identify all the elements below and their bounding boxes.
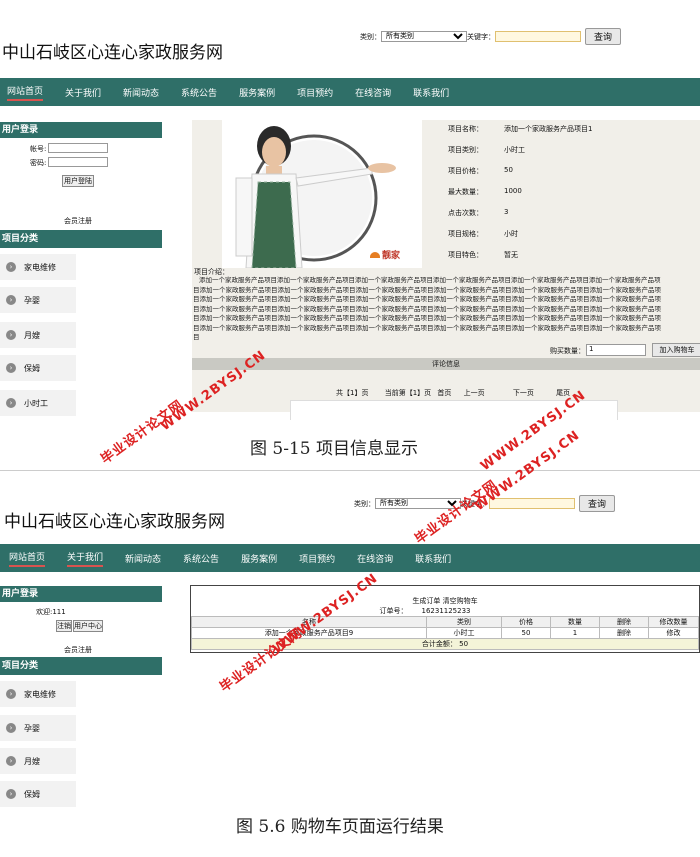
keyword-input[interactable] bbox=[489, 498, 575, 509]
modify-qty-link[interactable]: 修改 bbox=[648, 627, 699, 639]
arrow-right-icon: › bbox=[6, 789, 16, 799]
nav-about[interactable]: 关于我们 bbox=[67, 550, 104, 567]
category-select[interactable]: 所有类别 bbox=[381, 31, 467, 42]
nav-consult[interactable]: 在线咨询 bbox=[355, 86, 391, 99]
nav-contact[interactable]: 联系我们 bbox=[413, 86, 449, 99]
login-section-title: 用户登录 bbox=[0, 122, 162, 138]
pagination: 共【1】页 当前第【1】页 首页 上一页 下一页 尾页 bbox=[336, 389, 571, 397]
arrow-right-icon: › bbox=[6, 363, 16, 373]
category-label: 类别： bbox=[360, 32, 381, 41]
nav-booking[interactable]: 项目预约 bbox=[297, 86, 333, 99]
account-label: 帐号: bbox=[30, 145, 47, 153]
product-spec: 小时 bbox=[504, 230, 518, 238]
nav-news[interactable]: 新闻动态 bbox=[123, 86, 159, 99]
nav-cases[interactable]: 服务案例 bbox=[239, 86, 275, 99]
page-prev-link[interactable]: 上一页 bbox=[464, 389, 485, 397]
arrow-right-icon: › bbox=[6, 398, 16, 408]
arrow-right-icon: › bbox=[6, 756, 16, 766]
category-label: 类别： bbox=[354, 499, 375, 508]
arrow-right-icon: › bbox=[6, 723, 16, 733]
nav-about[interactable]: 关于我们 bbox=[65, 86, 101, 99]
product-feature: 暂无 bbox=[504, 251, 518, 259]
category-item-maternity[interactable]: › 孕婴 bbox=[0, 715, 76, 741]
product-fields: 项目名称： 添加一个家政服务产品项目1 项目类别： 小时工 项目价格： 50 最大数量… bbox=[448, 124, 592, 271]
product-category: 小时工 bbox=[504, 146, 525, 154]
category-item-maternity[interactable]: › 孕婴 bbox=[0, 287, 76, 313]
register-link[interactable]: 会员注册 bbox=[64, 216, 92, 226]
nav-consult[interactable]: 在线咨询 bbox=[357, 552, 393, 565]
category-item-nanny[interactable]: › 保姆 bbox=[0, 355, 76, 381]
arrow-right-icon: › bbox=[6, 330, 16, 340]
page-next-link[interactable]: 下一页 bbox=[513, 389, 534, 397]
nav-cases[interactable]: 服务案例 bbox=[241, 552, 277, 565]
category-section-title: 项目分类 bbox=[0, 657, 162, 675]
nav-home[interactable]: 网站首页 bbox=[9, 550, 46, 567]
product-name: 添加一个家政服务产品项目1 bbox=[504, 125, 593, 133]
screenshot-product-detail: 中山石岐区心连心家政服务网 类别： 所有类别 关键字： 查询 网站首页 关于我们… bbox=[0, 0, 700, 420]
figure-caption-1: 图 5-15 项目信息显示 bbox=[250, 439, 418, 459]
cart-actions[interactable]: 生成订单 清空购物车 bbox=[191, 596, 699, 606]
cart-header-row: 名称 类别 价格 数量 删除 修改数量 bbox=[191, 616, 699, 628]
category-item-nanny[interactable]: › 保姆 bbox=[0, 781, 76, 807]
site-title: 中山石岐区心连心家政服务网 bbox=[2, 43, 223, 63]
nav-notice[interactable]: 系统公告 bbox=[181, 86, 217, 99]
account-input[interactable] bbox=[48, 143, 108, 153]
keyword-input[interactable] bbox=[495, 31, 581, 42]
category-item-hourly[interactable]: › 小时工 bbox=[0, 390, 76, 416]
product-price: 50 bbox=[504, 166, 513, 174]
delete-link[interactable]: 删除 bbox=[599, 627, 649, 639]
page-first-link[interactable]: 首页 bbox=[437, 389, 451, 397]
password-input[interactable] bbox=[48, 157, 108, 167]
search-button[interactable]: 查询 bbox=[579, 495, 616, 512]
brand-logo: 靓家 bbox=[370, 248, 400, 261]
category-item-appliance[interactable]: › 家电维修 bbox=[0, 254, 76, 280]
quantity-input[interactable]: 1 bbox=[586, 344, 646, 356]
main-nav: 网站首页 关于我们 新闻动态 系统公告 服务案例 项目预约 在线咨询 联系我们 bbox=[0, 544, 700, 572]
category-item-nanny-month[interactable]: › 月嫂 bbox=[0, 748, 76, 774]
product-clicks: 3 bbox=[504, 208, 509, 216]
cart-item-price: 50 bbox=[501, 627, 551, 639]
welcome-text: 欢迎:111 bbox=[36, 608, 66, 616]
intro-text: 添加一个家政服务产品项目添加一个家政服务产品项目添加一个家政服务产品项目添加一个… bbox=[193, 276, 661, 341]
search-bar: 类别： 所有类别 关键字： 查询 bbox=[360, 28, 622, 45]
login-button[interactable]: 用户登陆 bbox=[62, 175, 94, 187]
arrow-right-icon: › bbox=[6, 295, 16, 305]
logout-button[interactable]: 注销 bbox=[56, 620, 72, 632]
product-image: 靓家 bbox=[222, 120, 422, 268]
cart-item-category: 小时工 bbox=[426, 627, 502, 639]
arrow-right-icon: › bbox=[6, 262, 16, 272]
site-title: 中山石岐区心连心家政服务网 bbox=[4, 512, 225, 532]
keyword-label: 关键字： bbox=[467, 32, 495, 41]
register-link[interactable]: 会员注册 bbox=[64, 645, 92, 655]
product-max-qty: 1000 bbox=[504, 187, 522, 195]
figure-caption-2: 图 5.6 购物车页面运行结果 bbox=[236, 817, 444, 837]
add-to-cart-button[interactable]: 加入购物车 bbox=[652, 343, 700, 357]
nav-contact[interactable]: 联系我们 bbox=[415, 552, 451, 565]
quantity-label: 购买数量： bbox=[550, 347, 585, 355]
nav-notice[interactable]: 系统公告 bbox=[183, 552, 219, 565]
category-item-appliance[interactable]: › 家电维修 bbox=[0, 681, 76, 707]
arrow-right-icon: › bbox=[6, 689, 16, 699]
order-number: 订单号： 16231125233 bbox=[379, 607, 471, 615]
login-section-title: 用户登录 bbox=[0, 586, 162, 602]
nav-news[interactable]: 新闻动态 bbox=[125, 552, 161, 565]
screenshot-shopping-cart: 中山石岐区心连心家政服务网 类别： 所有类别 关键字： 查询 网站首页 关于我们… bbox=[0, 470, 700, 811]
nav-booking[interactable]: 项目预约 bbox=[299, 552, 335, 565]
search-button[interactable]: 查询 bbox=[585, 28, 622, 45]
password-label: 密码: bbox=[30, 159, 47, 167]
category-section-title: 项目分类 bbox=[0, 230, 162, 248]
user-center-button[interactable]: 用户中心 bbox=[73, 620, 103, 632]
table-row: 添加一个家政服务产品项目9 小时工 50 1 删除 修改 bbox=[191, 627, 699, 639]
cart-item-qty: 1 bbox=[550, 627, 600, 639]
nav-home[interactable]: 网站首页 bbox=[7, 84, 44, 101]
main-nav: 网站首页 关于我们 新闻动态 系统公告 服务案例 项目预约 在线咨询 联系我们 bbox=[0, 78, 700, 106]
category-item-nanny-month[interactable]: › 月嫂 bbox=[0, 322, 76, 348]
